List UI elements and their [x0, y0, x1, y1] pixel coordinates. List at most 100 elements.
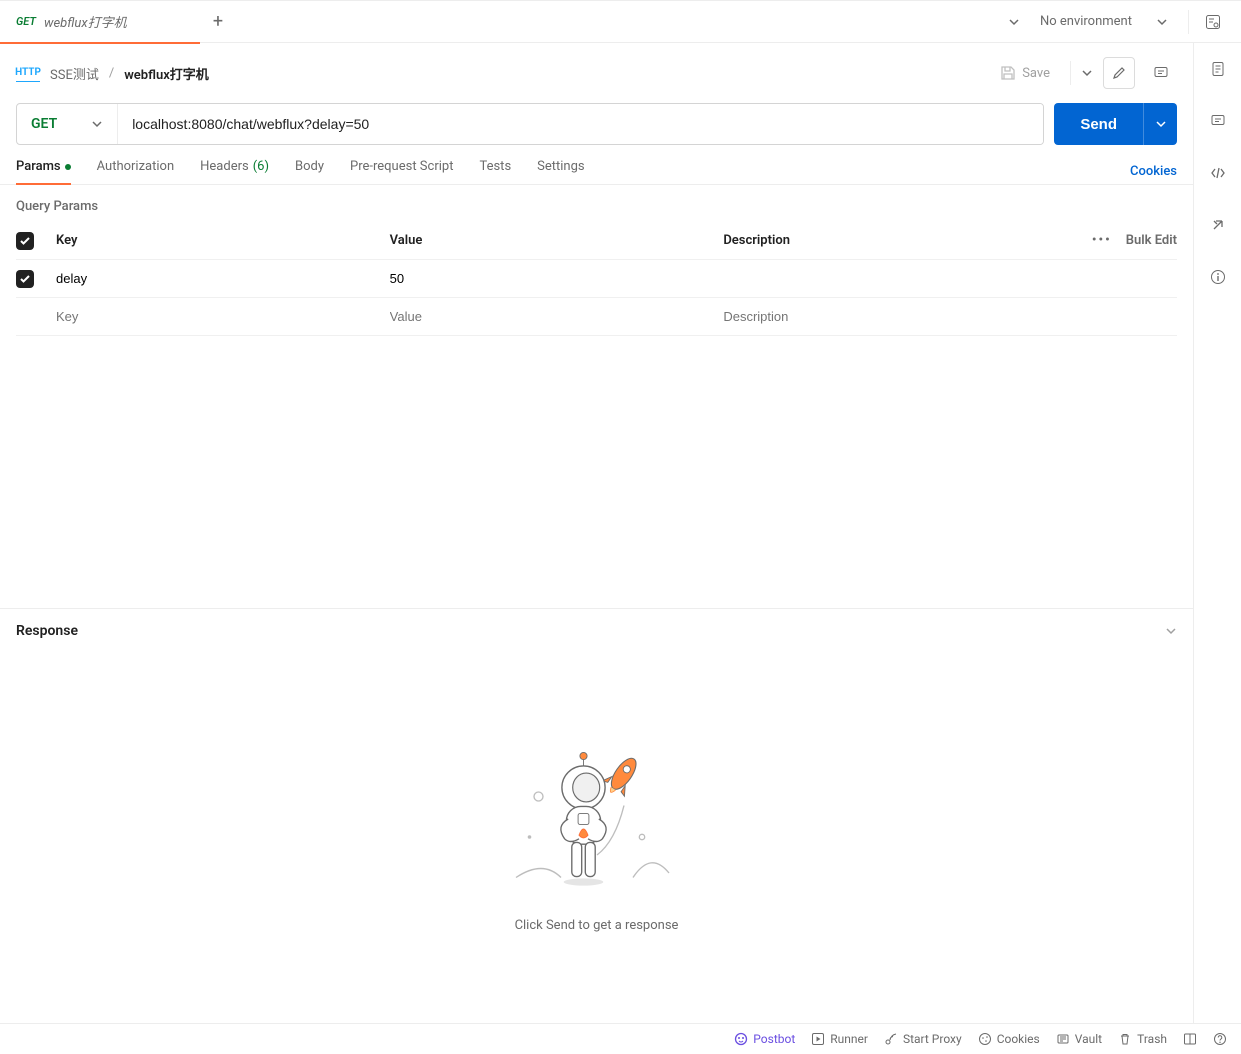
footer-vault[interactable]: Vault [1056, 1032, 1102, 1046]
param-key-input[interactable] [56, 271, 390, 286]
url-box: GET [16, 103, 1044, 145]
select-all-checkbox[interactable] [16, 232, 34, 250]
chevron-down-icon [1156, 16, 1168, 28]
runner-icon [811, 1032, 825, 1046]
pencil-icon [1112, 66, 1126, 80]
param-value-input[interactable] [390, 271, 724, 286]
postbot-icon [734, 1032, 748, 1046]
breadcrumb-collection[interactable]: SSE测试 [50, 64, 99, 83]
breadcrumb-request: webflux打字机 [124, 64, 209, 83]
params-active-dot [65, 164, 71, 170]
divider [1188, 10, 1189, 34]
params-more-icon[interactable]: ••• [1092, 233, 1112, 248]
footer-two-pane-icon[interactable] [1183, 1032, 1197, 1046]
comment-icon [1153, 65, 1169, 81]
comments-button[interactable] [1145, 57, 1177, 89]
url-row: GET Send [0, 103, 1193, 145]
headers-count: (6) [253, 159, 269, 174]
tab-bar: GET webflux打字机 + No environment [0, 1, 1241, 43]
tab-headers[interactable]: Headers (6) [200, 159, 269, 184]
footer-trash-label: Trash [1137, 1032, 1167, 1046]
footer-postbot[interactable]: Postbot [734, 1032, 795, 1046]
environment-label: No environment [1040, 14, 1132, 29]
method-label: GET [31, 116, 57, 132]
params-table: Key Value Description ••• Bulk Edit [0, 222, 1193, 336]
param-row-empty [16, 298, 1177, 336]
save-label: Save [1022, 66, 1050, 81]
proxy-icon [884, 1032, 898, 1046]
tab-tests[interactable]: Tests [479, 159, 511, 184]
status-bar: Postbot Runner Start Proxy Cookies Vault [0, 1023, 1241, 1054]
vault-icon [1056, 1032, 1070, 1046]
response-body: Click Send to get a response [0, 653, 1193, 1023]
edit-name-button[interactable] [1103, 57, 1135, 89]
send-dropdown[interactable] [1143, 103, 1177, 145]
trash-icon [1118, 1032, 1132, 1046]
chevron-down-icon [91, 118, 103, 130]
environment-dropdown[interactable]: No environment [1028, 14, 1180, 29]
tab-overflow-chevron[interactable] [1008, 16, 1020, 28]
request-tabs: Params Authorization Headers (6) Body Pr… [0, 145, 1193, 185]
related-collections-icon[interactable] [1202, 209, 1234, 241]
footer-start-proxy[interactable]: Start Proxy [884, 1032, 962, 1046]
response-empty-text: Click Send to get a response [515, 918, 679, 933]
tab-authorization[interactable]: Authorization [97, 159, 175, 184]
chevron-down-icon [1155, 118, 1167, 130]
tab-title: webflux打字机 [44, 12, 127, 31]
footer-help-icon[interactable] [1213, 1032, 1227, 1046]
tab-body[interactable]: Body [295, 159, 324, 184]
response-header[interactable]: Response [0, 608, 1193, 653]
param-row [16, 260, 1177, 298]
astronaut-illustration [507, 744, 687, 894]
tab-prerequest[interactable]: Pre-request Script [350, 159, 453, 184]
method-select[interactable]: GET [17, 104, 118, 144]
footer-vault-label: Vault [1075, 1032, 1102, 1046]
footer-cookies[interactable]: Cookies [978, 1032, 1040, 1046]
param-description-input[interactable] [723, 271, 1057, 286]
save-dropdown-chevron[interactable] [1081, 67, 1093, 79]
add-tab-button[interactable]: + [200, 11, 236, 32]
request-tab[interactable]: GET webflux打字机 [0, 1, 200, 43]
col-value: Value [390, 233, 724, 248]
right-rail [1193, 43, 1241, 1023]
footer-cookies-label: Cookies [997, 1032, 1040, 1046]
query-params-title: Query Params [0, 185, 1193, 222]
footer-runner-label: Runner [830, 1032, 868, 1046]
breadcrumb-row: HTTP SSE测试 / webflux打字机 Save [0, 43, 1193, 103]
bulk-edit-button[interactable]: Bulk Edit [1126, 233, 1177, 248]
col-description: Description [723, 233, 1057, 248]
divider [1070, 61, 1071, 85]
footer-trash[interactable]: Trash [1118, 1032, 1167, 1046]
footer-postbot-label: Postbot [753, 1032, 795, 1046]
tab-method-label: GET [16, 15, 36, 28]
send-group: Send [1054, 103, 1177, 145]
response-collapse-chevron[interactable] [1165, 625, 1177, 637]
http-icon: HTTP [16, 64, 40, 82]
breadcrumb-separator: / [109, 66, 114, 81]
save-button[interactable]: Save [990, 59, 1060, 87]
tab-params[interactable]: Params [16, 159, 71, 184]
tab-params-label: Params [16, 159, 61, 174]
tab-headers-label: Headers [200, 159, 249, 174]
param-value-placeholder[interactable] [390, 309, 724, 324]
param-checkbox[interactable] [16, 270, 34, 288]
code-snippet-icon[interactable] [1202, 157, 1234, 189]
params-header-row: Key Value Description ••• Bulk Edit [16, 222, 1177, 260]
send-button[interactable]: Send [1054, 103, 1143, 145]
save-icon [1000, 65, 1016, 81]
tab-settings[interactable]: Settings [537, 159, 584, 184]
environment-quicklook-icon[interactable] [1197, 6, 1229, 38]
response-title: Response [16, 623, 78, 639]
cookies-link[interactable]: Cookies [1130, 164, 1177, 179]
info-icon[interactable] [1202, 261, 1234, 293]
param-key-placeholder[interactable] [56, 309, 390, 324]
comments-pane-icon[interactable] [1202, 105, 1234, 137]
response-section: Response [0, 608, 1193, 1023]
col-key: Key [56, 233, 390, 248]
footer-proxy-label: Start Proxy [903, 1032, 962, 1046]
footer-runner[interactable]: Runner [811, 1032, 868, 1046]
cookie-icon [978, 1032, 992, 1046]
documentation-icon[interactable] [1202, 53, 1234, 85]
param-description-placeholder[interactable] [723, 309, 1057, 324]
url-input[interactable] [118, 104, 1043, 144]
